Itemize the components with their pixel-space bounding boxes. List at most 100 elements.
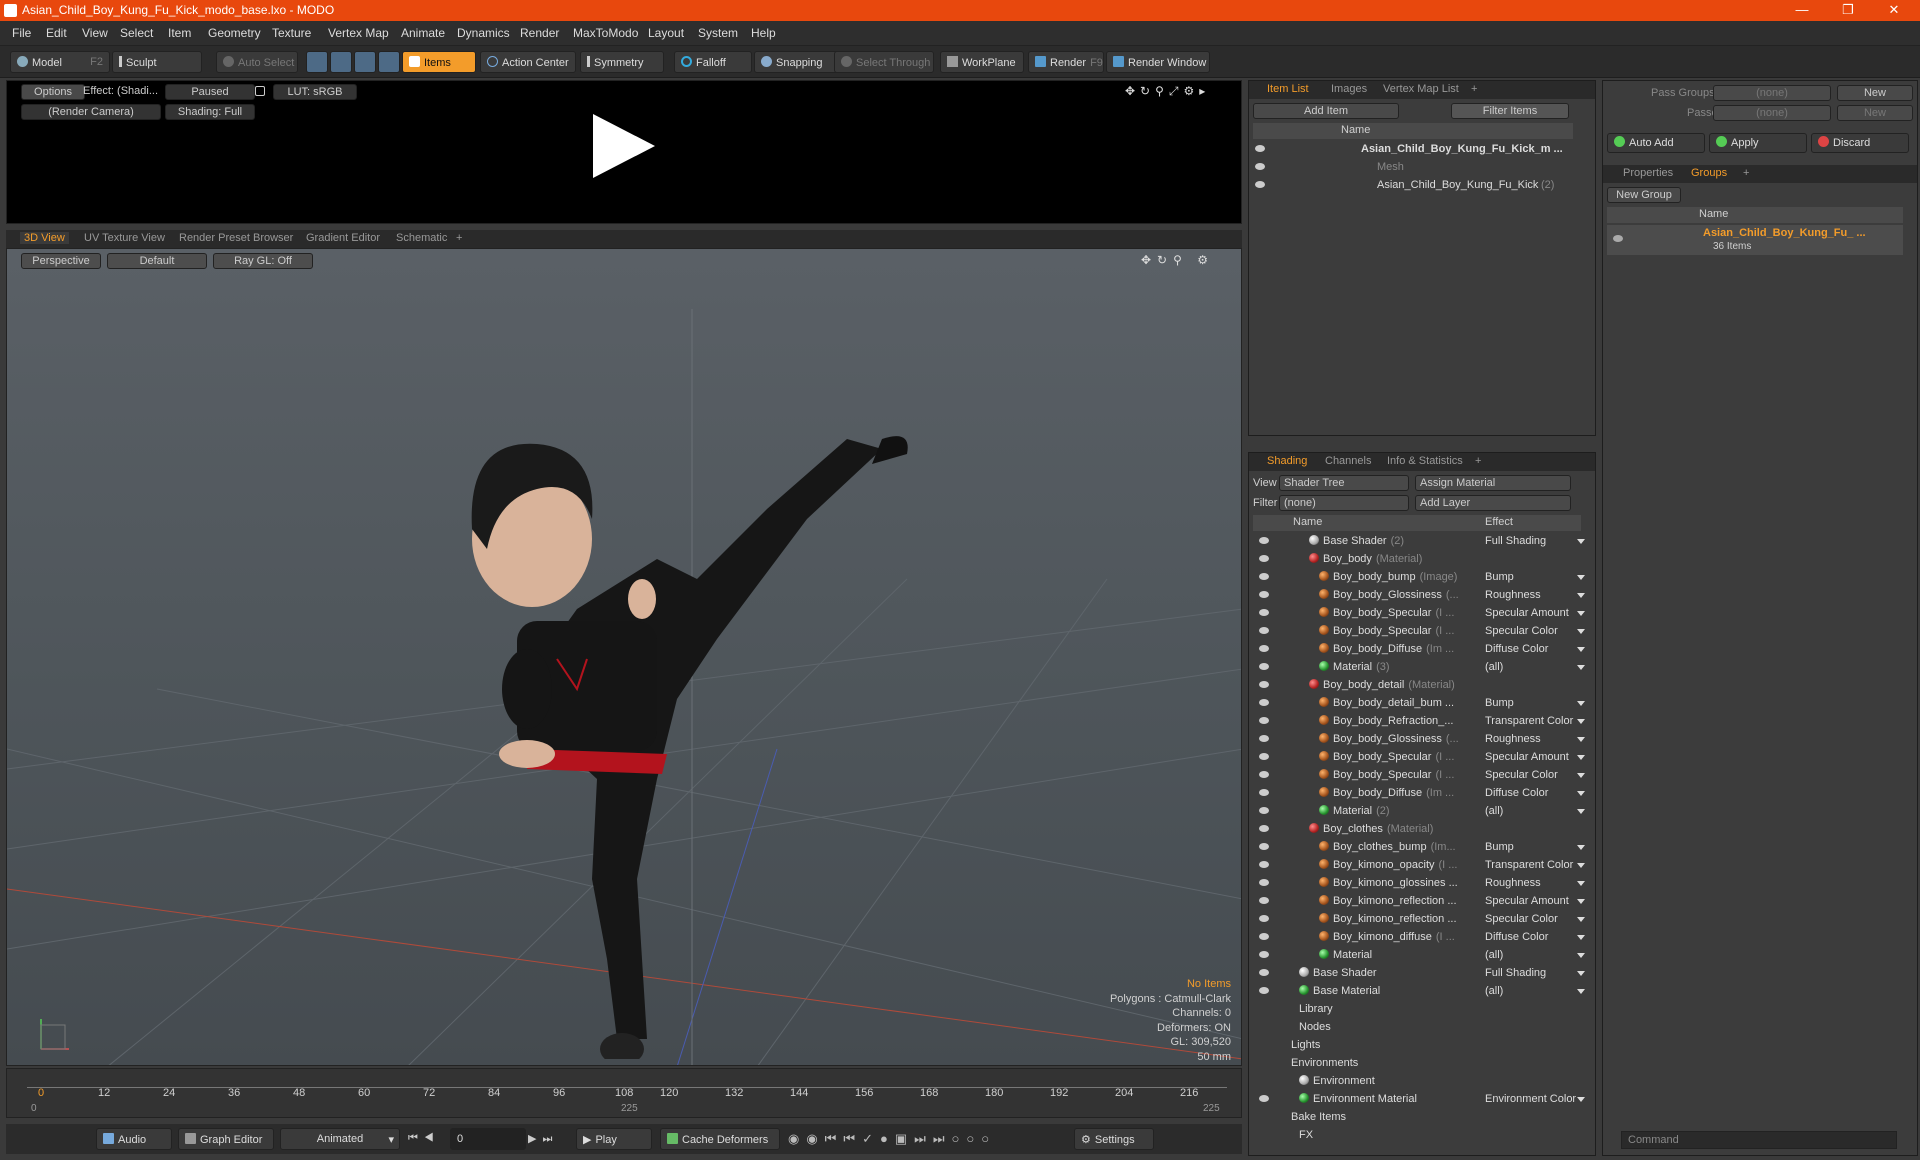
timeline[interactable]: 0 12 24 36 48 60 72 84 96 108 120 132 14… bbox=[6, 1068, 1242, 1118]
restore-icon[interactable]: ❐ bbox=[1834, 2, 1862, 18]
tab-channels[interactable]: Channels bbox=[1325, 455, 1371, 467]
visibility-eye-icon[interactable] bbox=[1259, 771, 1269, 778]
filter-dropdown[interactable]: (none) bbox=[1279, 495, 1409, 511]
visibility-eye-icon[interactable] bbox=[1259, 951, 1269, 958]
shader-effect[interactable]: Specular Amount bbox=[1485, 607, 1585, 619]
chevron-down-icon[interactable] bbox=[1577, 665, 1585, 670]
shader-row[interactable]: Boy_kimono_glossines ... Roughness bbox=[1253, 875, 1585, 893]
tab-schematic[interactable]: Schematic bbox=[396, 232, 447, 244]
shader-effect[interactable]: Bump bbox=[1485, 697, 1585, 709]
visibility-eye-icon[interactable] bbox=[1259, 789, 1269, 796]
shader-row[interactable]: Library bbox=[1253, 1001, 1583, 1019]
shader-row[interactable]: Boy_body_bump (Image) Bump bbox=[1253, 569, 1585, 587]
chevron-down-icon[interactable] bbox=[1577, 737, 1585, 742]
shader-row[interactable]: Base Shader Full Shading bbox=[1253, 965, 1585, 983]
menu-maxtomodo[interactable]: MaxToModo bbox=[573, 26, 638, 40]
visibility-eye-icon[interactable] bbox=[1259, 699, 1269, 706]
add-tab-icon[interactable]: + bbox=[456, 232, 462, 244]
visibility-eye-icon[interactable] bbox=[1259, 645, 1269, 652]
tab-shading[interactable]: Shading bbox=[1267, 455, 1307, 467]
chevron-down-icon[interactable] bbox=[1577, 845, 1585, 850]
shader-row[interactable]: Boy_body_Glossiness (... Roughness bbox=[1253, 731, 1585, 749]
visibility-eye-icon[interactable] bbox=[1259, 933, 1269, 940]
chevron-down-icon[interactable] bbox=[1577, 629, 1585, 634]
menu-animate[interactable]: Animate bbox=[401, 26, 445, 40]
shader-row[interactable]: Boy_body_Glossiness (... Roughness bbox=[1253, 587, 1585, 605]
menu-system[interactable]: System bbox=[698, 26, 738, 40]
visibility-eye-icon[interactable] bbox=[1259, 843, 1269, 850]
shader-effect[interactable]: (all) bbox=[1485, 985, 1585, 997]
lut-dropdown[interactable]: LUT: sRGB bbox=[273, 84, 357, 100]
tab-properties[interactable]: Properties bbox=[1623, 167, 1673, 179]
chevron-down-icon[interactable] bbox=[1577, 611, 1585, 616]
model-mode-button[interactable]: Model F2 bbox=[10, 51, 110, 73]
shader-row[interactable]: Base Material (all) bbox=[1253, 983, 1585, 1001]
discard-button[interactable]: Discard bbox=[1811, 133, 1909, 153]
visibility-eye-icon[interactable] bbox=[1613, 235, 1623, 242]
shader-effect[interactable]: (all) bbox=[1485, 805, 1585, 817]
chevron-down-icon[interactable] bbox=[1577, 719, 1585, 724]
shader-row[interactable]: Boy_kimono_reflection ... Specular Amount bbox=[1253, 893, 1585, 911]
tab-gradient-editor[interactable]: Gradient Editor bbox=[306, 232, 380, 244]
shader-row[interactable]: Base Shader (2) Full Shading bbox=[1253, 533, 1585, 551]
shader-row[interactable]: Boy_body_Refraction_... Transparent Color bbox=[1253, 713, 1585, 731]
shader-row[interactable]: Environments bbox=[1253, 1055, 1583, 1073]
shader-row[interactable]: Boy_body (Material) bbox=[1253, 551, 1583, 569]
chevron-down-icon[interactable] bbox=[1577, 1097, 1585, 1102]
passes-dropdown[interactable]: (none) bbox=[1713, 105, 1831, 121]
chevron-down-icon[interactable] bbox=[1577, 539, 1585, 544]
materials-mode-button[interactable] bbox=[378, 51, 400, 73]
visibility-eye-icon[interactable] bbox=[1259, 969, 1269, 976]
view-dropdown[interactable]: Shader Tree bbox=[1279, 475, 1409, 491]
visibility-eye-icon[interactable] bbox=[1259, 591, 1269, 598]
tab-uv-texture-view[interactable]: UV Texture View bbox=[84, 232, 165, 244]
chevron-down-icon[interactable] bbox=[1577, 989, 1585, 994]
visibility-eye-icon[interactable] bbox=[1259, 861, 1269, 868]
menu-file[interactable]: File bbox=[12, 26, 31, 40]
shader-effect[interactable]: Specular Color bbox=[1485, 769, 1585, 781]
preview-options-button[interactable]: Options bbox=[21, 84, 85, 100]
visibility-eye-icon[interactable] bbox=[1259, 735, 1269, 742]
default-style-dropdown[interactable]: Default bbox=[107, 253, 207, 269]
chevron-down-icon[interactable] bbox=[1577, 863, 1585, 868]
menu-texture[interactable]: Texture bbox=[272, 26, 311, 40]
filter-items-input[interactable]: Filter Items bbox=[1451, 103, 1569, 119]
snapping-button[interactable]: Snapping bbox=[754, 51, 840, 73]
shader-row[interactable]: Boy_body_Specular (I ... Specular Color bbox=[1253, 623, 1585, 641]
shader-effect[interactable]: Diffuse Color bbox=[1485, 643, 1585, 655]
shader-effect[interactable]: Roughness bbox=[1485, 733, 1585, 745]
item-row-mesh[interactable]: Mesh bbox=[1249, 159, 1569, 177]
shader-row[interactable]: Environment bbox=[1253, 1073, 1583, 1091]
shader-effect[interactable]: (all) bbox=[1485, 661, 1585, 673]
shader-effect[interactable]: Full Shading bbox=[1485, 535, 1585, 547]
shader-effect[interactable]: Full Shading bbox=[1485, 967, 1585, 979]
assign-material-dropdown[interactable]: Assign Material bbox=[1415, 475, 1571, 491]
chevron-down-icon[interactable] bbox=[1577, 899, 1585, 904]
menu-render[interactable]: Render bbox=[520, 26, 559, 40]
chevron-down-icon[interactable] bbox=[1577, 647, 1585, 652]
render-button[interactable]: Render F9 bbox=[1028, 51, 1104, 73]
preview-view-controls[interactable]: ✥↻⚲⤢⚙▸ bbox=[1125, 84, 1210, 99]
shader-row[interactable]: FX bbox=[1253, 1127, 1583, 1145]
add-tab-icon[interactable]: + bbox=[1743, 167, 1749, 179]
group-row[interactable]: Asian_Child_Boy_Kung_Fu_ ... 36 Items bbox=[1607, 225, 1903, 255]
audio-button[interactable]: Audio bbox=[96, 1128, 172, 1150]
edges-mode-button[interactable] bbox=[330, 51, 352, 73]
pass-groups-dropdown[interactable]: (none) bbox=[1713, 85, 1831, 101]
visibility-eye-icon[interactable] bbox=[1259, 915, 1269, 922]
raygl-dropdown[interactable]: Ray GL: Off bbox=[213, 253, 313, 269]
shader-row[interactable]: Boy_body_detail (Material) bbox=[1253, 677, 1583, 695]
shader-effect[interactable]: Roughness bbox=[1485, 877, 1585, 889]
tab-item-list[interactable]: Item List bbox=[1267, 83, 1309, 95]
shader-effect[interactable]: Diffuse Color bbox=[1485, 787, 1585, 799]
visibility-eye-icon[interactable] bbox=[1259, 753, 1269, 760]
shader-effect[interactable]: Specular Amount bbox=[1485, 751, 1585, 763]
shader-row[interactable]: Material (3) (all) bbox=[1253, 659, 1585, 677]
shader-effect[interactable]: Transparent Color bbox=[1485, 859, 1585, 871]
shader-effect[interactable]: Specular Color bbox=[1485, 913, 1585, 925]
play-button[interactable]: ▶ Play bbox=[576, 1128, 652, 1150]
visibility-eye-icon[interactable] bbox=[1259, 573, 1269, 580]
render-window-button[interactable]: Render Window bbox=[1106, 51, 1210, 73]
frame-input[interactable]: 0 bbox=[450, 1128, 526, 1150]
shader-row[interactable]: Boy_body_Specular (I ... Specular Amount bbox=[1253, 749, 1585, 767]
